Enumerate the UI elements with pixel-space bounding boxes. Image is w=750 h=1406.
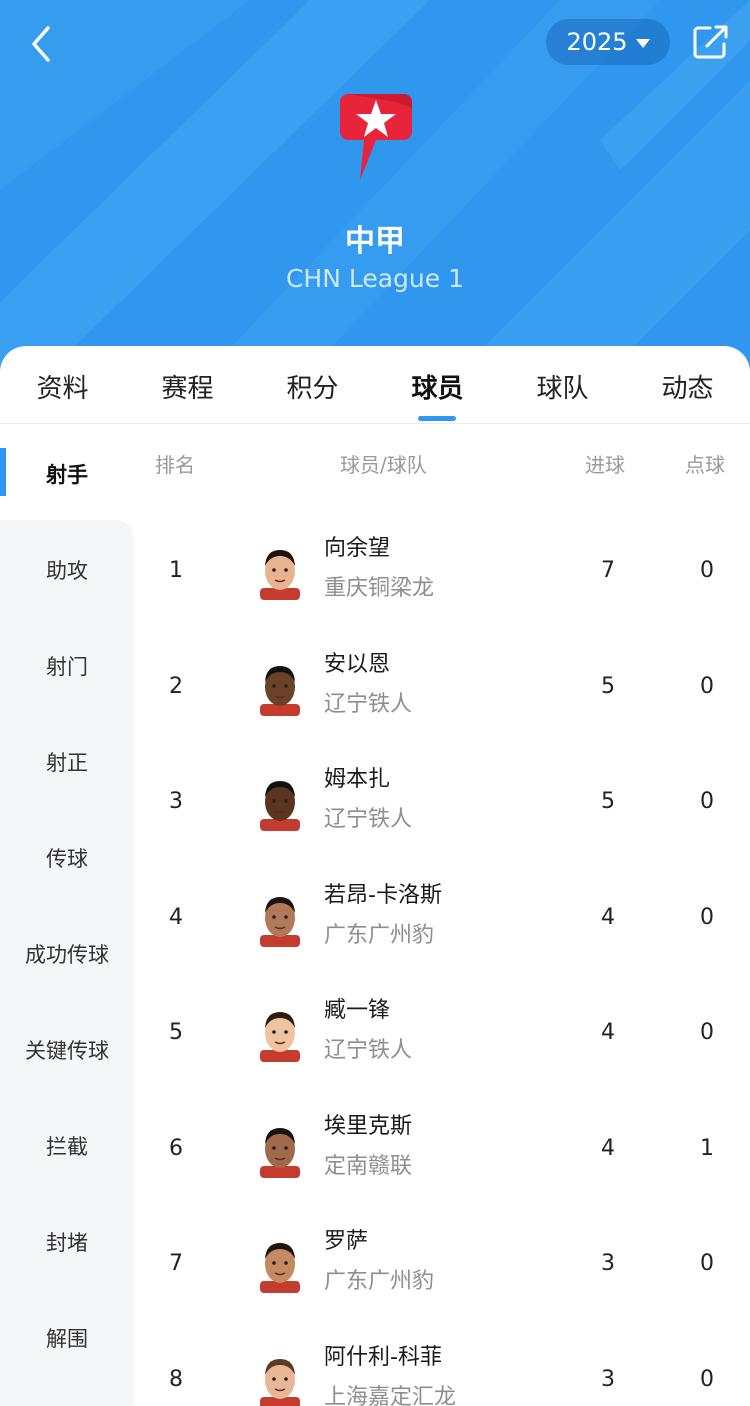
tab-bar: 资料 赛程 积分 球员 球队 动态: [0, 346, 750, 424]
player-avatar: [258, 1122, 302, 1178]
league-name: 中甲: [345, 224, 405, 259]
rank-cell: 7: [169, 1251, 183, 1276]
sidebar-item-scorers[interactable]: 射手: [0, 459, 134, 489]
table-row[interactable]: 4 若昂-卡洛斯 广东广州豹 4 0: [134, 865, 750, 980]
player-team[interactable]: 上海嘉定汇龙: [324, 1379, 456, 1406]
player-avatar: [258, 1353, 302, 1406]
rank-cell: 8: [169, 1366, 183, 1392]
penalties-cell: 0: [700, 558, 714, 583]
rank-cell: 6: [169, 1135, 183, 1161]
sidebar-item-successful-passes[interactable]: 成功传球: [0, 939, 134, 969]
penalties-cell: 0: [700, 1366, 714, 1392]
penalties-cell: 0: [700, 1251, 714, 1276]
player-avatar: [258, 1237, 302, 1293]
sidebar-item-key-passes[interactable]: 关键传球: [0, 1035, 134, 1065]
goals-cell: 4: [601, 904, 615, 930]
league-name-en: CHN League 1: [285, 264, 465, 293]
rank-cell: 4: [169, 904, 183, 930]
tab-standings[interactable]: 积分: [250, 368, 375, 405]
season-label: 2025: [566, 28, 628, 56]
player-name[interactable]: 安以恩: [324, 646, 390, 678]
sidebar-item-assists[interactable]: 助攻: [0, 555, 134, 585]
back-button[interactable]: [22, 22, 62, 66]
content-panel: 资料 赛程 积分 球员 球队 动态 射手 助攻 射门 射正 传球 成功传球 关键…: [0, 346, 750, 1406]
player-name[interactable]: 若昂-卡洛斯: [324, 877, 442, 909]
player-name[interactable]: 臧一锋: [324, 992, 390, 1024]
table-row[interactable]: 8 阿什利-科菲上海嘉定汇龙 3 0: [134, 1327, 750, 1406]
table-row[interactable]: 7 罗萨广东广州豹 3 0: [134, 1211, 750, 1326]
player-avatar: [258, 660, 302, 716]
goals-cell: 7: [601, 558, 615, 583]
column-header-rank: 排名: [155, 453, 195, 477]
player-avatar: [258, 544, 302, 600]
scorers-table: 排名 球员/球队 进球 点球 1 向余望重庆铜梁龙 7 0 2 安以恩辽宁铁人 5 0 3 姆本扎…: [134, 424, 750, 1406]
player-name[interactable]: 向余望: [324, 530, 390, 562]
penalties-cell: 0: [700, 1020, 714, 1045]
penalties-cell: 1: [700, 1135, 714, 1161]
league-logo-icon: [336, 88, 416, 184]
goals-cell: 3: [601, 1251, 615, 1276]
sidebar-item-shots[interactable]: 射门: [0, 651, 134, 681]
league-header: 2025 中甲 CHN League 1: [0, 0, 750, 380]
player-avatar: [258, 891, 302, 947]
season-selector[interactable]: 2025: [546, 19, 670, 65]
table-row[interactable]: 1 向余望重庆铜梁龙 7 0: [134, 518, 750, 633]
player-name[interactable]: 埃里克斯: [324, 1108, 412, 1140]
caret-down-icon: [635, 38, 650, 48]
player-name[interactable]: 阿什利-科菲: [324, 1339, 442, 1371]
goals-cell: 5: [601, 789, 615, 814]
column-header-penalties: 点球: [685, 453, 725, 477]
player-team[interactable]: 辽宁铁人: [324, 686, 412, 718]
sidebar-item-shots-on-target[interactable]: 射正: [0, 747, 134, 777]
column-header-goals: 进球: [585, 453, 625, 477]
column-header-player-team: 球员/球队: [340, 453, 427, 477]
player-team[interactable]: 辽宁铁人: [324, 1032, 412, 1064]
table-row[interactable]: 6 埃里克斯定南赣联 4 1: [134, 1096, 750, 1211]
share-button[interactable]: [690, 22, 730, 62]
goals-cell: 4: [601, 1135, 615, 1161]
rank-cell: 3: [169, 789, 183, 814]
table-row[interactable]: 2 安以恩辽宁铁人 5 0: [134, 634, 750, 749]
tab-schedule[interactable]: 赛程: [125, 368, 250, 405]
rank-cell: 2: [169, 673, 183, 699]
player-name[interactable]: 罗萨: [324, 1223, 368, 1255]
player-team[interactable]: 重庆铜梁龙: [324, 570, 434, 602]
goals-cell: 3: [601, 1366, 615, 1392]
goals-cell: 4: [601, 1020, 615, 1045]
sidebar-item-passes[interactable]: 传球: [0, 843, 134, 873]
sidebar-item-clearances[interactable]: 解围: [0, 1323, 134, 1353]
player-team[interactable]: 广东广州豹: [324, 917, 434, 949]
table-row[interactable]: 5 臧一锋辽宁铁人 4 0: [134, 980, 750, 1095]
player-name[interactable]: 姆本扎: [324, 761, 390, 793]
penalties-cell: 0: [700, 789, 714, 814]
tab-teams[interactable]: 球队: [500, 368, 625, 405]
penalties-cell: 0: [700, 904, 714, 930]
penalties-cell: 0: [700, 673, 714, 699]
player-avatar: [258, 775, 302, 831]
rank-cell: 1: [169, 558, 183, 583]
player-team[interactable]: 广东广州豹: [324, 1263, 434, 1295]
table-row[interactable]: 3 姆本扎辽宁铁人 5 0: [134, 749, 750, 864]
sidebar-item-interceptions[interactable]: 拦截: [0, 1131, 134, 1161]
stat-category-sidebar: 射手 助攻 射门 射正 传球 成功传球 关键传球 拦截 封堵 解围: [0, 424, 134, 1406]
sidebar-item-blocks[interactable]: 封堵: [0, 1227, 134, 1257]
active-tab-indicator: [418, 416, 456, 421]
rank-cell: 5: [169, 1020, 183, 1045]
share-icon: [693, 25, 728, 59]
player-team[interactable]: 定南赣联: [324, 1148, 412, 1180]
player-team[interactable]: 辽宁铁人: [324, 801, 412, 833]
chevron-left-icon: [32, 26, 50, 62]
goals-cell: 5: [601, 673, 615, 699]
tab-players[interactable]: 球员: [375, 368, 500, 405]
tab-news[interactable]: 动态: [625, 368, 750, 405]
tab-profile[interactable]: 资料: [0, 368, 125, 405]
player-avatar: [258, 1006, 302, 1062]
